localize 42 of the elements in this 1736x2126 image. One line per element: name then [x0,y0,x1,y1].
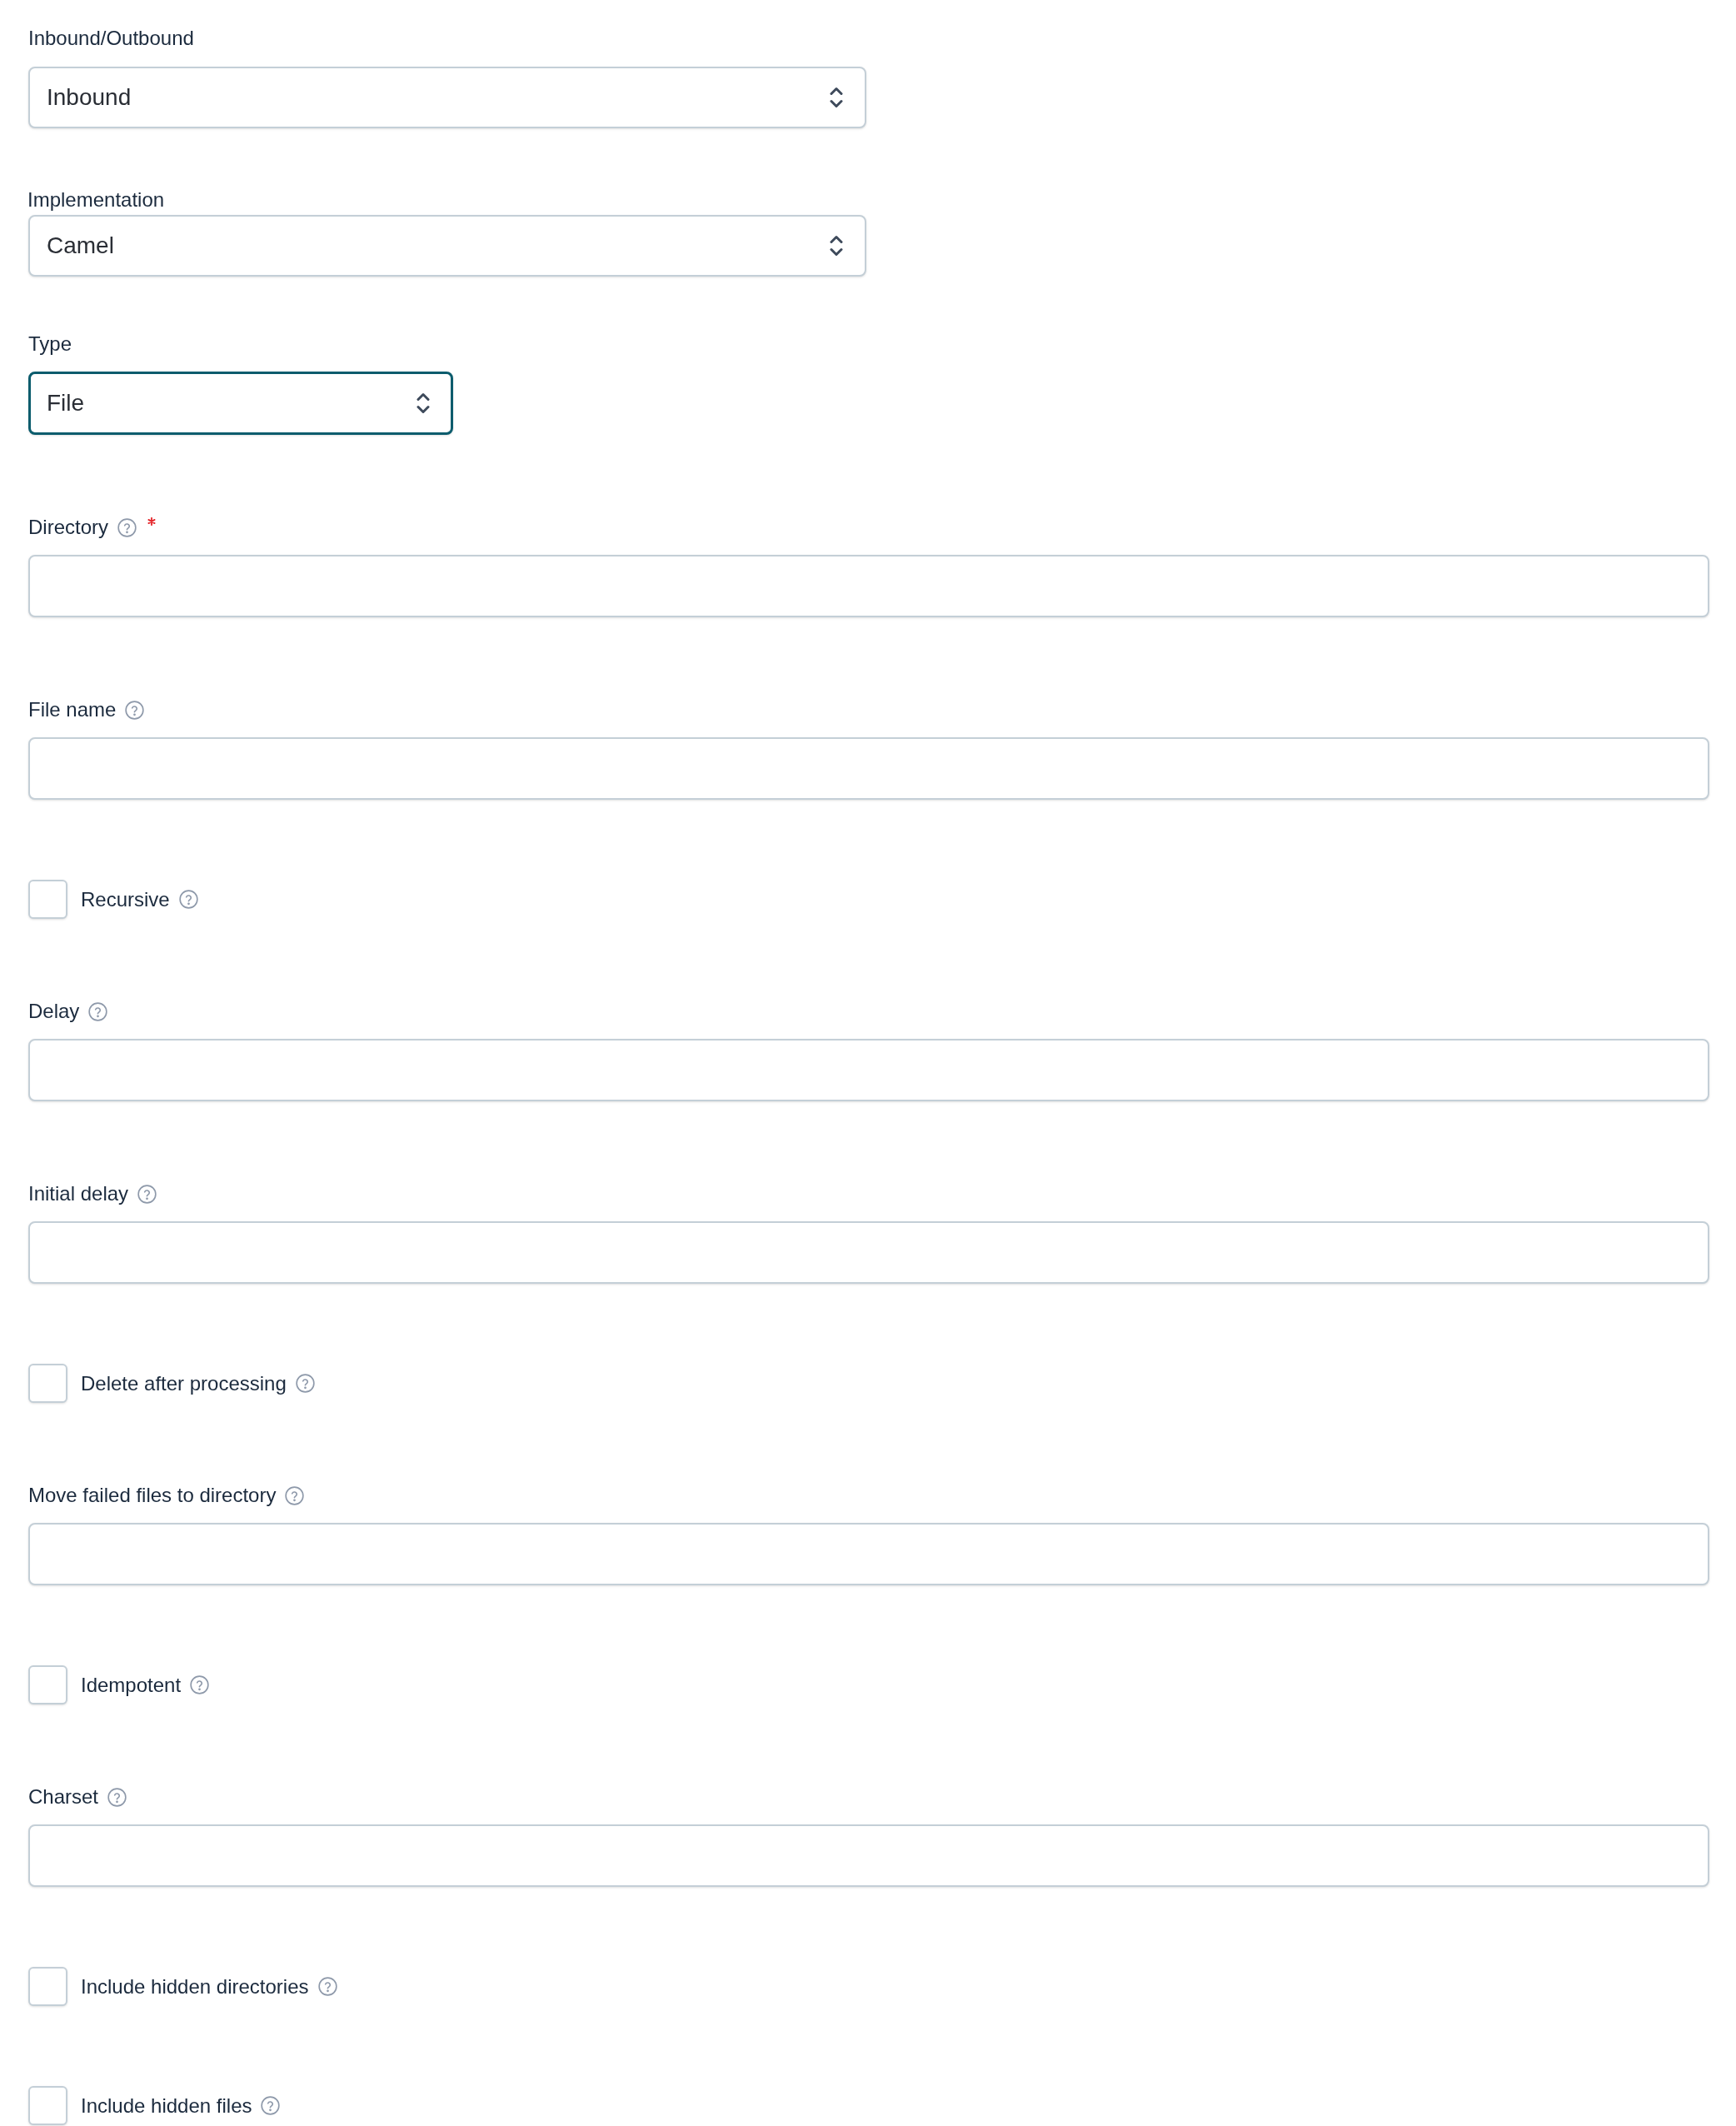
checkbox-label: Include hidden files [81,2094,252,2118]
checkbox-label: Recursive [81,887,170,911]
help-icon[interactable] [295,1374,315,1393]
help-icon[interactable] [285,1485,305,1505]
checkbox[interactable] [28,1967,67,2006]
text-input[interactable] [28,1221,1709,1284]
help-icon[interactable] [261,2096,281,2115]
help-icon[interactable] [137,1184,157,1204]
field-label: Implementation [27,187,165,212]
text-input[interactable] [28,737,1709,800]
help-icon[interactable] [88,1001,108,1021]
field-label: Inbound/Outbound [28,26,194,51]
field-label: Type [28,332,72,357]
checkbox-label: Include hidden directories [81,1974,309,1999]
field-label: Directory [28,515,108,540]
chevron-up-down-icon [830,86,843,109]
help-icon[interactable] [125,700,145,720]
text-input[interactable] [28,1039,1709,1101]
text-input[interactable] [28,555,1709,617]
select-field[interactable]: Camel [28,215,866,277]
checkbox[interactable] [28,2086,67,2125]
help-icon[interactable] [317,1977,337,1996]
field-label: File name [28,697,117,722]
help-icon[interactable] [190,1675,210,1694]
checkbox-label: Idempotent [81,1673,182,1697]
text-input[interactable] [28,1824,1709,1887]
field-label: Delay [28,999,80,1024]
help-icon[interactable] [178,890,198,909]
field-label: Charset [28,1784,99,1809]
checkbox-label: Delete after processing [81,1371,287,1395]
checkbox[interactable] [28,1665,67,1704]
field-label: Move failed files to directory [28,1483,277,1508]
chevron-up-down-icon [830,234,843,257]
select-field[interactable]: Inbound [28,67,866,128]
help-icon[interactable] [107,1787,127,1807]
checkbox[interactable] [28,1364,67,1403]
field-label: Initial delay [28,1181,129,1206]
checkbox[interactable] [28,880,67,919]
text-input[interactable] [28,1523,1709,1585]
select-field[interactable]: File [28,372,453,435]
chevron-up-down-icon [417,392,430,415]
help-icon[interactable] [117,517,137,537]
